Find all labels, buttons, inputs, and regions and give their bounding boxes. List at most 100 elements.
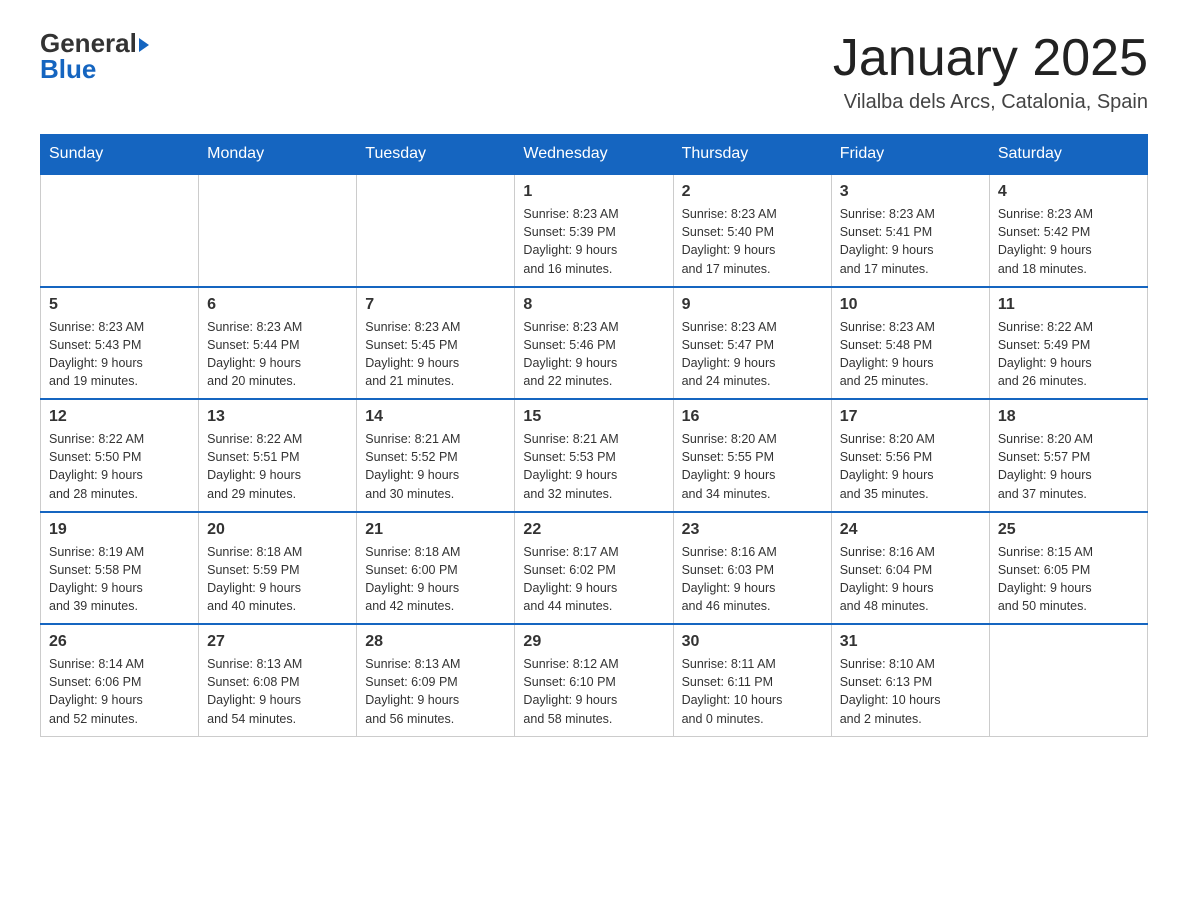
day-info: Sunrise: 8:23 AM Sunset: 5:47 PM Dayligh…: [682, 318, 823, 391]
logo-arrow-icon: [139, 38, 149, 52]
calendar-day-6: 6 Sunrise: 8:23 AM Sunset: 5:44 PM Daylig…: [199, 287, 357, 400]
day-number: 25: [998, 521, 1139, 539]
day-info: Sunrise: 8:22 AM Sunset: 5:51 PM Dayligh…: [207, 430, 348, 503]
day-info: Sunrise: 8:12 AM Sunset: 6:10 PM Dayligh…: [523, 655, 664, 728]
day-info: Sunrise: 8:16 AM Sunset: 6:04 PM Dayligh…: [840, 543, 981, 616]
calendar-empty-cell: [41, 174, 199, 287]
calendar-header-thursday: Thursday: [673, 135, 831, 175]
day-number: 23: [682, 521, 823, 539]
calendar-header-row: SundayMondayTuesdayWednesdayThursdayFrid…: [41, 135, 1148, 175]
calendar-day-4: 4Sunrise: 8:23 AM Sunset: 5:42 PM Daylig…: [989, 174, 1147, 287]
day-number: 22: [523, 521, 664, 539]
day-number: 28: [365, 633, 506, 651]
day-number: 16: [682, 408, 823, 426]
calendar-week-row: 12 Sunrise: 8:22 AM Sunset: 5:50 PM Dayli…: [41, 399, 1148, 512]
title-block: January 2025 Vilalba dels Arcs, Cataloni…: [833, 30, 1148, 114]
calendar-day-8: 8 Sunrise: 8:23 AM Sunset: 5:46 PM Daylig…: [515, 287, 673, 400]
day-info: Sunrise: 8:14 AM Sunset: 6:06 PM Dayligh…: [49, 655, 190, 728]
day-info: Sunrise: 8:23 AM Sunset: 5:39 PM Dayligh…: [523, 205, 664, 278]
page-header: General Blue January 2025 Vilalba dels A…: [40, 30, 1148, 114]
day-info: Sunrise: 8:13 AM Sunset: 6:09 PM Dayligh…: [365, 655, 506, 728]
calendar-day-21: 21 Sunrise: 8:18 AM Sunset: 6:00 PM Dayli…: [357, 512, 515, 625]
calendar-header-sunday: Sunday: [41, 135, 199, 175]
calendar-day-14: 14Sunrise: 8:21 AM Sunset: 5:52 PM Dayli…: [357, 399, 515, 512]
calendar-day-23: 23 Sunrise: 8:16 AM Sunset: 6:03 PM Dayli…: [673, 512, 831, 625]
day-number: 6: [207, 296, 348, 314]
logo-text: General: [40, 30, 149, 56]
day-info: Sunrise: 8:23 AM Sunset: 5:44 PM Dayligh…: [207, 318, 348, 391]
calendar-day-11: 11 Sunrise: 8:22 AM Sunset: 5:49 PM Dayli…: [989, 287, 1147, 400]
calendar-day-24: 24 Sunrise: 8:16 AM Sunset: 6:04 PM Dayli…: [831, 512, 989, 625]
day-info: Sunrise: 8:18 AM Sunset: 5:59 PM Dayligh…: [207, 543, 348, 616]
calendar-day-5: 5 Sunrise: 8:23 AM Sunset: 5:43 PM Daylig…: [41, 287, 199, 400]
day-number: 30: [682, 633, 823, 651]
day-number: 31: [840, 633, 981, 651]
logo-blue-text: Blue: [40, 54, 96, 84]
day-number: 1: [523, 183, 664, 201]
calendar-header-friday: Friday: [831, 135, 989, 175]
calendar-day-1: 1 Sunrise: 8:23 AM Sunset: 5:39 PM Daylig…: [515, 174, 673, 287]
calendar-week-row: 5 Sunrise: 8:23 AM Sunset: 5:43 PM Daylig…: [41, 287, 1148, 400]
calendar-day-25: 25 Sunrise: 8:15 AM Sunset: 6:05 PM Dayli…: [989, 512, 1147, 625]
calendar-day-26: 26Sunrise: 8:14 AM Sunset: 6:06 PM Dayli…: [41, 624, 199, 736]
day-info: Sunrise: 8:11 AM Sunset: 6:11 PM Dayligh…: [682, 655, 823, 728]
day-number: 8: [523, 296, 664, 314]
day-info: Sunrise: 8:23 AM Sunset: 5:40 PM Dayligh…: [682, 205, 823, 278]
calendar-day-9: 9 Sunrise: 8:23 AM Sunset: 5:47 PM Daylig…: [673, 287, 831, 400]
calendar-header-wednesday: Wednesday: [515, 135, 673, 175]
day-info: Sunrise: 8:21 AM Sunset: 5:53 PM Dayligh…: [523, 430, 664, 503]
day-info: Sunrise: 8:15 AM Sunset: 6:05 PM Dayligh…: [998, 543, 1139, 616]
calendar-day-7: 7Sunrise: 8:23 AM Sunset: 5:45 PM Daylig…: [357, 287, 515, 400]
day-number: 5: [49, 296, 190, 314]
day-info: Sunrise: 8:10 AM Sunset: 6:13 PM Dayligh…: [840, 655, 981, 728]
day-number: 27: [207, 633, 348, 651]
day-info: Sunrise: 8:21 AM Sunset: 5:52 PM Dayligh…: [365, 430, 506, 503]
calendar-day-19: 19 Sunrise: 8:19 AM Sunset: 5:58 PM Dayli…: [41, 512, 199, 625]
day-info: Sunrise: 8:23 AM Sunset: 5:46 PM Dayligh…: [523, 318, 664, 391]
calendar-day-10: 10 Sunrise: 8:23 AM Sunset: 5:48 PM Dayli…: [831, 287, 989, 400]
day-info: Sunrise: 8:23 AM Sunset: 5:45 PM Dayligh…: [365, 318, 506, 391]
calendar-empty-cell: [199, 174, 357, 287]
day-number: 15: [523, 408, 664, 426]
calendar-header-saturday: Saturday: [989, 135, 1147, 175]
calendar-day-20: 20 Sunrise: 8:18 AM Sunset: 5:59 PM Dayli…: [199, 512, 357, 625]
calendar-week-row: 26Sunrise: 8:14 AM Sunset: 6:06 PM Dayli…: [41, 624, 1148, 736]
day-number: 10: [840, 296, 981, 314]
day-number: 12: [49, 408, 190, 426]
day-number: 11: [998, 296, 1139, 314]
calendar-day-28: 28 Sunrise: 8:13 AM Sunset: 6:09 PM Dayli…: [357, 624, 515, 736]
day-info: Sunrise: 8:18 AM Sunset: 6:00 PM Dayligh…: [365, 543, 506, 616]
calendar-day-17: 17Sunrise: 8:20 AM Sunset: 5:56 PM Dayli…: [831, 399, 989, 512]
day-info: Sunrise: 8:23 AM Sunset: 5:42 PM Dayligh…: [998, 205, 1139, 278]
day-info: Sunrise: 8:20 AM Sunset: 5:56 PM Dayligh…: [840, 430, 981, 503]
day-number: 20: [207, 521, 348, 539]
day-info: Sunrise: 8:20 AM Sunset: 5:57 PM Dayligh…: [998, 430, 1139, 503]
subtitle: Vilalba dels Arcs, Catalonia, Spain: [833, 91, 1148, 114]
day-info: Sunrise: 8:19 AM Sunset: 5:58 PM Dayligh…: [49, 543, 190, 616]
day-number: 21: [365, 521, 506, 539]
calendar-day-12: 12 Sunrise: 8:22 AM Sunset: 5:50 PM Dayli…: [41, 399, 199, 512]
main-title: January 2025: [833, 30, 1148, 87]
day-number: 9: [682, 296, 823, 314]
calendar-day-27: 27 Sunrise: 8:13 AM Sunset: 6:08 PM Dayli…: [199, 624, 357, 736]
day-info: Sunrise: 8:16 AM Sunset: 6:03 PM Dayligh…: [682, 543, 823, 616]
calendar-day-31: 31 Sunrise: 8:10 AM Sunset: 6:13 PM Dayli…: [831, 624, 989, 736]
logo: General Blue: [40, 30, 149, 83]
calendar-day-2: 2 Sunrise: 8:23 AM Sunset: 5:40 PM Daylig…: [673, 174, 831, 287]
calendar-day-18: 18Sunrise: 8:20 AM Sunset: 5:57 PM Dayli…: [989, 399, 1147, 512]
day-info: Sunrise: 8:23 AM Sunset: 5:48 PM Dayligh…: [840, 318, 981, 391]
day-number: 2: [682, 183, 823, 201]
day-number: 19: [49, 521, 190, 539]
calendar-table: SundayMondayTuesdayWednesdayThursdayFrid…: [40, 134, 1148, 737]
calendar-day-13: 13Sunrise: 8:22 AM Sunset: 5:51 PM Dayli…: [199, 399, 357, 512]
day-info: Sunrise: 8:22 AM Sunset: 5:50 PM Dayligh…: [49, 430, 190, 503]
calendar-header-monday: Monday: [199, 135, 357, 175]
day-info: Sunrise: 8:13 AM Sunset: 6:08 PM Dayligh…: [207, 655, 348, 728]
day-info: Sunrise: 8:23 AM Sunset: 5:43 PM Dayligh…: [49, 318, 190, 391]
day-info: Sunrise: 8:23 AM Sunset: 5:41 PM Dayligh…: [840, 205, 981, 278]
calendar-day-30: 30 Sunrise: 8:11 AM Sunset: 6:11 PM Dayli…: [673, 624, 831, 736]
day-info: Sunrise: 8:20 AM Sunset: 5:55 PM Dayligh…: [682, 430, 823, 503]
calendar-day-16: 16 Sunrise: 8:20 AM Sunset: 5:55 PM Dayli…: [673, 399, 831, 512]
day-number: 24: [840, 521, 981, 539]
day-info: Sunrise: 8:22 AM Sunset: 5:49 PM Dayligh…: [998, 318, 1139, 391]
